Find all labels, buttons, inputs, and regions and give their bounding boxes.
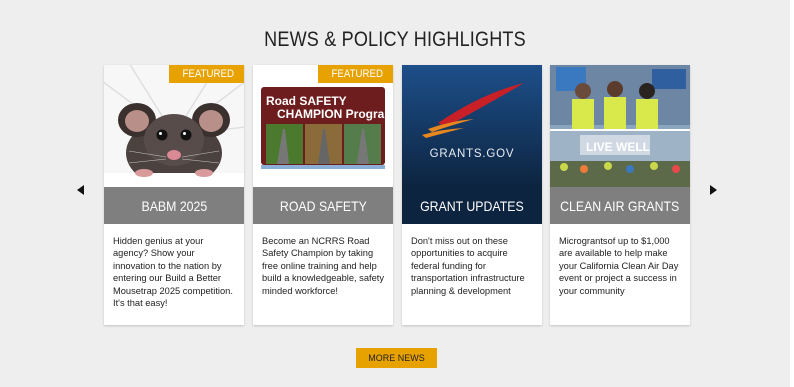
card-description: Become an NCRRS Road Safety Champion by … [262, 236, 384, 296]
featured-badge: FEATURED [168, 65, 244, 83]
card-image-road-safety: Road SAFETY CHAMPION Program [253, 65, 393, 187]
live-well-sign-text: LIVE WELL [586, 140, 650, 154]
news-section: NEWS & POLICY HIGHLIGHTS FEATURED BABM 2… [0, 0, 790, 387]
card-description: Micrograntsof up to $1,000 are available… [559, 236, 679, 296]
grants-gov-logo-text: GRANTS.GOV [430, 148, 515, 160]
card-title: CLEAN AIR GRANTS [560, 197, 680, 214]
road-safety-sign-line2: CHAMPION Program [277, 107, 393, 121]
news-card-clean-air-grants[interactable]: LIVE WELL CLEAN AIR GRANTS Micrograntsof… [550, 65, 690, 325]
triangle-left-icon [77, 185, 84, 195]
news-card-grant-updates[interactable]: GRANTS.GOV GRANT UPDATES Don't miss out … [402, 65, 542, 325]
card-image-mouse [104, 65, 244, 187]
news-card-babm[interactable]: FEATURED BABM 2025 Hidden genius at your… [104, 65, 244, 325]
triangle-right-icon [710, 185, 717, 195]
featured-badge: FEATURED [317, 65, 393, 83]
card-description: Hidden genius at your agency? Show your … [113, 236, 233, 309]
carousel-next-button[interactable] [709, 185, 719, 197]
card-title: BABM 2025 [141, 197, 207, 214]
card-title: GRANT UPDATES [420, 197, 524, 214]
card-title: ROAD SAFETY [279, 197, 367, 214]
more-news-button[interactable]: MORE NEWS [356, 348, 437, 368]
card-image-clean-air-event: LIVE WELL [550, 65, 690, 187]
card-description: Don't miss out on these opportunities to… [411, 236, 525, 296]
card-title-band: ROAD SAFETY [253, 187, 393, 224]
road-safety-sign-line1: Road SAFETY [266, 94, 347, 108]
section-title: NEWS & POLICY HIGHLIGHTS [264, 28, 526, 51]
news-card-road-safety[interactable]: Road SAFETY CHAMPION Program FEATURED RO… [253, 65, 393, 325]
carousel-prev-button[interactable] [77, 185, 87, 197]
card-title-band: BABM 2025 [104, 187, 244, 224]
card-title-band: CLEAN AIR GRANTS [550, 187, 690, 224]
card-image-grants-gov-logo: GRANTS.GOV [402, 65, 542, 187]
card-title-band: GRANT UPDATES [402, 187, 542, 224]
